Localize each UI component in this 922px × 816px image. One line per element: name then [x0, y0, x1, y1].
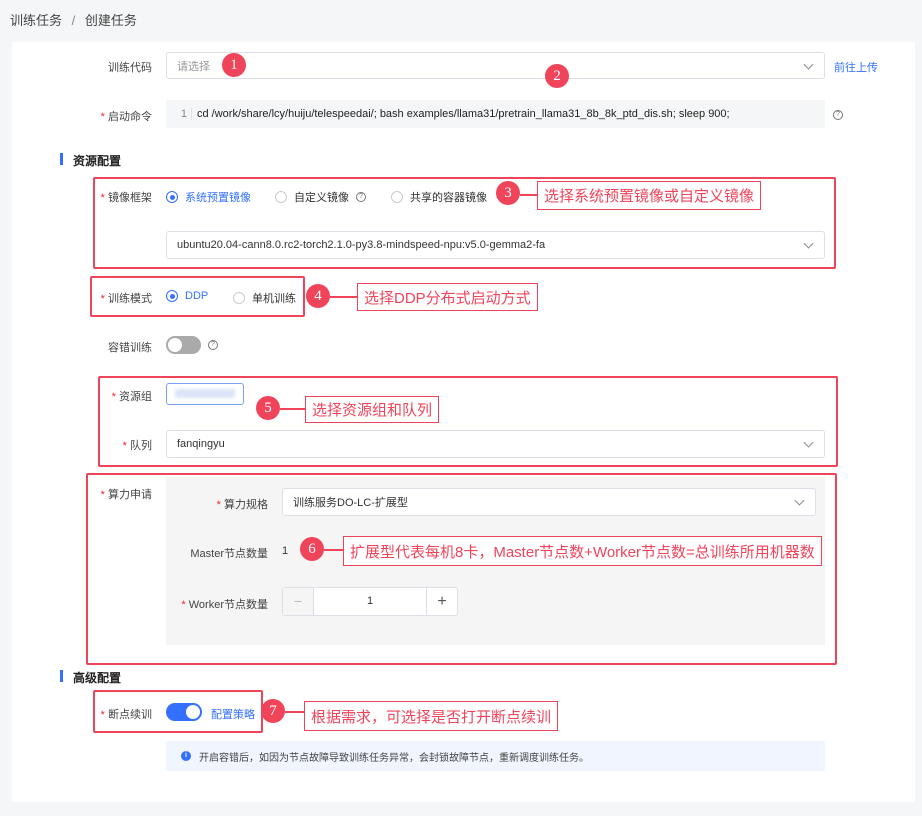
step-marker-1: 1 [222, 53, 246, 77]
annotation-box [86, 473, 837, 665]
connector-line [324, 549, 343, 551]
toggle-knob [168, 338, 182, 352]
step-marker-4: 4 [306, 284, 330, 308]
step-marker-6: 6 [300, 537, 324, 561]
fault-toggle[interactable] [166, 336, 201, 354]
breadcrumb: 训练任务 / 创建任务 [10, 10, 137, 29]
code-label: 训练代码 [108, 62, 152, 74]
step-marker-5: 5 [256, 396, 280, 420]
callout-5: 选择资源组和队列 [305, 396, 440, 423]
connector-line [280, 408, 305, 410]
section-bar [60, 153, 63, 165]
code-select[interactable]: 请选择 [166, 52, 825, 79]
command-label: 启动命令 [12, 108, 152, 124]
breadcrumb-parent[interactable]: 训练任务 [10, 13, 62, 28]
chevron-down-icon [803, 59, 814, 70]
step-marker-7: 7 [261, 699, 285, 723]
step-marker-2: 2 [545, 64, 569, 88]
advanced-section-title: 高级配置 [73, 671, 122, 685]
step-marker-3: 3 [496, 181, 520, 205]
annotation-box [98, 376, 838, 467]
annotation-box [93, 690, 263, 733]
upload-link[interactable]: 前往上传 [834, 59, 878, 75]
callout-3: 选择系统预置镜像或自定义镜像 [537, 181, 762, 210]
section-bar [60, 670, 63, 682]
code-placeholder: 请选择 [177, 60, 210, 73]
info-banner: i 开启容错后，如因为节点故障导致训练任务异常，会封锁故障节点，重新调度训练任务… [166, 741, 825, 771]
help-icon[interactable]: ? [208, 340, 218, 350]
command-text: cd /work/share/lcy/huiju/telespeedai/; b… [197, 108, 730, 120]
callout-4: 选择DDP分布式启动方式 [357, 283, 538, 311]
connector-line [330, 296, 357, 298]
line-number: 1 [166, 108, 192, 120]
breadcrumb-separator: / [71, 13, 76, 28]
breadcrumb-current: 创建任务 [84, 13, 137, 28]
callout-7: 根据需求，可选择是否打开断点续训 [304, 701, 559, 731]
command-editor[interactable]: 1 cd /work/share/lcy/huiju/telespeedai/;… [166, 100, 825, 128]
help-icon[interactable]: ? [833, 110, 843, 120]
info-icon: i [181, 751, 191, 761]
callout-6: 扩展型代表每机8卡，Master节点数+Worker节点数=总训练所用机器数 [343, 536, 822, 566]
connector-line [520, 194, 537, 196]
info-text: 开启容错后，如因为节点故障导致训练任务异常，会封锁故障节点，重新调度训练任务。 [199, 752, 589, 764]
resource-section-title: 资源配置 [73, 154, 122, 168]
connector-line [285, 711, 304, 713]
fault-label: 容错训练 [108, 342, 152, 354]
annotation-box [90, 276, 305, 317]
